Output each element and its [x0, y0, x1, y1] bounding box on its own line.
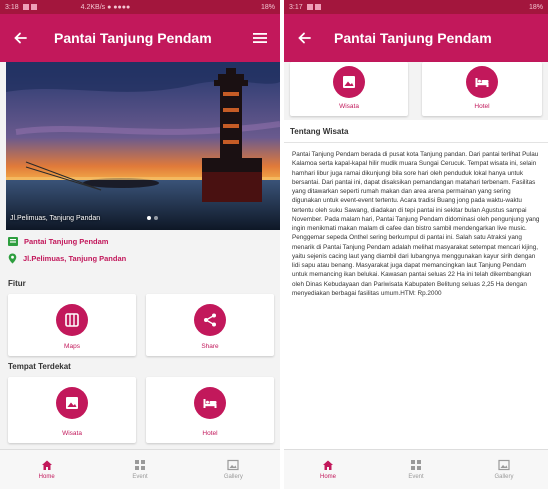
about-section: Tentang Wisata Pantai Tanjung Pendam ber… — [284, 120, 548, 449]
place-name: Pantai Tanjung Pendam — [24, 236, 109, 246]
arrow-left-icon — [14, 32, 27, 44]
nav-gallery[interactable]: Gallery — [460, 450, 548, 489]
menu-button[interactable] — [240, 32, 280, 44]
grid-icon — [411, 460, 421, 470]
maps-label: Maps — [64, 343, 80, 350]
nav-gallery-label: Gallery — [494, 474, 514, 480]
page-title: Pantai Tanjung Pendam — [334, 30, 492, 46]
page-title: Pantai Tanjung Pendam — [54, 30, 212, 46]
place-address-row: Jl.Pelimuas, Tanjung Pandan — [8, 251, 126, 265]
nav-home-label: Home — [319, 474, 336, 480]
maps-button[interactable]: Maps — [8, 294, 136, 356]
wisata-label: Wisata — [339, 103, 359, 110]
divider — [284, 142, 548, 143]
nav-gallery-label: Gallery — [223, 474, 243, 480]
place-card-icon — [8, 236, 18, 246]
nearby-hotel-button[interactable]: Hotel — [146, 377, 274, 443]
nearby-hotel-button[interactable]: Hotel — [422, 62, 542, 116]
nav-home[interactable]: Home — [0, 450, 93, 489]
image-icon — [343, 76, 355, 88]
hotel-label: Hotel — [202, 430, 218, 437]
slider-indicator — [147, 216, 158, 220]
grid-icon — [134, 460, 145, 470]
map-icon — [65, 313, 79, 327]
status-battery: 18% — [260, 3, 275, 11]
detail-screen-scrolled: 3:17 18% Pantai Tanjung Pendam Wisata Ho… — [284, 0, 548, 489]
nav-event-label: Event — [408, 474, 424, 480]
status-network-speed: 4.2KB/s ● ●●●● — [80, 3, 131, 11]
nav-event-label: Event — [132, 474, 148, 480]
nav-event[interactable]: Event — [372, 450, 460, 489]
nav-home[interactable]: Home — [284, 450, 372, 489]
status-bar: 3:17 18% — [284, 0, 548, 14]
status-time: 3:18 — [5, 3, 19, 11]
photo-icon — [227, 459, 239, 471]
place-name-row: Pantai Tanjung Pendam — [8, 234, 108, 248]
features-heading: Fitur — [8, 279, 26, 288]
status-battery: 18% — [528, 3, 543, 11]
status-bar: 3:18 4.2KB/s ● ●●●● 18% — [0, 0, 280, 14]
nav-gallery[interactable]: Gallery — [187, 450, 280, 489]
photo-caption: Jl.Pelimuas, Tanjung Pandan — [10, 215, 101, 222]
beach-sunset-photo — [6, 62, 280, 230]
about-description: Pantai Tanjung Pendam berada di pusat ko… — [292, 151, 540, 297]
slider-dot[interactable] — [154, 216, 158, 220]
bottom-navigation: Home Event Gallery — [0, 449, 280, 489]
nav-event[interactable]: Event — [93, 450, 186, 489]
share-button[interactable]: Share — [146, 294, 274, 356]
home-icon — [41, 460, 52, 470]
about-heading: Tentang Wisata — [290, 127, 349, 136]
bottom-navigation: Home Event Gallery — [284, 449, 548, 489]
nearby-heading: Tempat Terdekat — [8, 362, 71, 371]
nearby-wisata-button[interactable]: Wisata — [290, 62, 408, 116]
hamburger-menu-icon — [253, 33, 267, 43]
hotel-label: Hotel — [474, 103, 490, 110]
place-address: Jl.Pelimuas, Tanjung Pandan — [23, 253, 127, 263]
wisata-label: Wisata — [62, 430, 82, 437]
status-time: 3:17 — [289, 3, 303, 11]
map-pin-icon — [8, 253, 17, 263]
notification-icons — [22, 4, 37, 10]
app-bar: Pantai Tanjung Pendam — [284, 14, 548, 62]
nav-home-label: Home — [38, 474, 55, 480]
share-icon — [204, 313, 216, 327]
back-button[interactable] — [284, 31, 324, 45]
detail-screen-top: 3:18 4.2KB/s ● ●●●● 18% Pantai Tanjung P… — [0, 0, 280, 489]
image-icon — [66, 397, 78, 409]
notification-icons — [306, 4, 321, 10]
photo-slider[interactable]: Jl.Pelimuas, Tanjung Pandan — [6, 62, 280, 230]
back-button[interactable] — [0, 31, 40, 45]
slider-dot-active[interactable] — [147, 216, 151, 220]
home-icon — [323, 460, 333, 470]
bed-icon — [203, 399, 217, 408]
photo-icon — [498, 459, 510, 471]
arrow-left-icon — [298, 32, 311, 44]
nearby-wisata-button[interactable]: Wisata — [8, 377, 136, 443]
bed-icon — [475, 78, 489, 87]
app-bar: Pantai Tanjung Pendam — [0, 14, 280, 62]
share-label: Share — [201, 343, 219, 350]
